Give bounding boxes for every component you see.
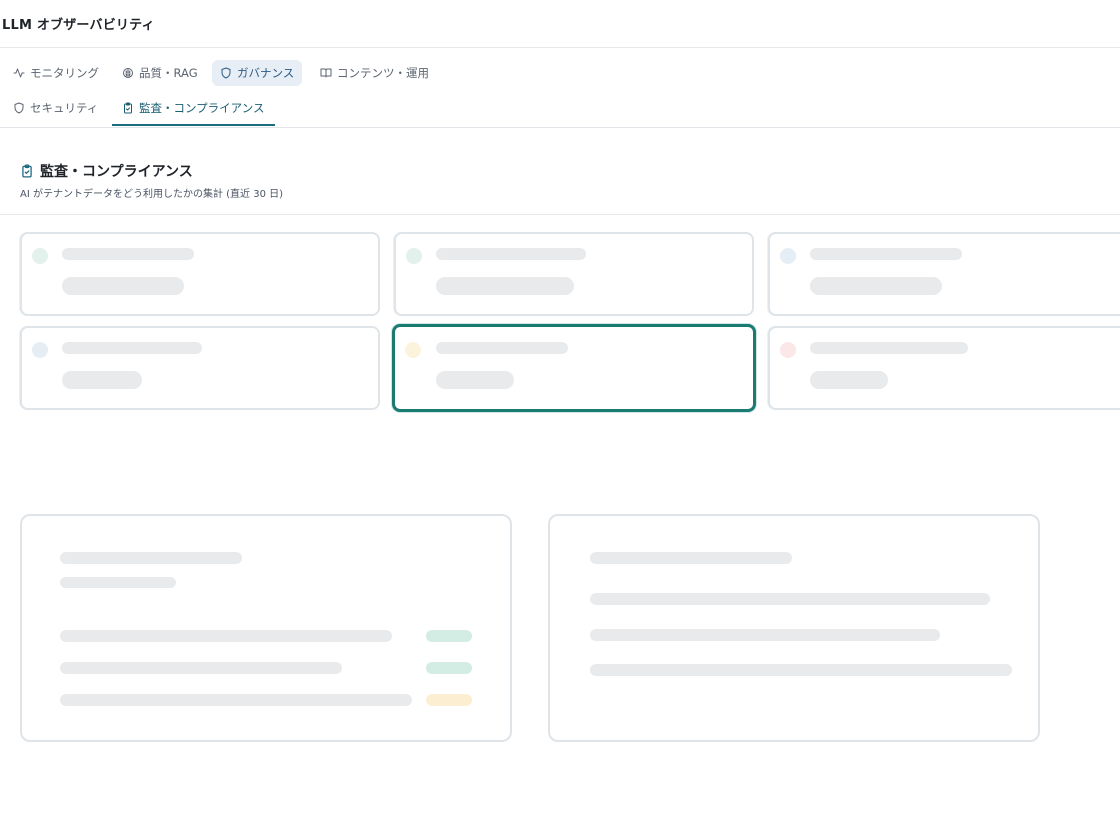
stat-card-skeleton [768,232,1120,316]
app-title: LLM オブザーバビリティ [2,18,155,33]
subtab-security[interactable]: セキュリティ [5,95,106,121]
stat-card-skeleton-focused[interactable] [392,324,756,412]
skeleton-row [60,630,392,642]
tab-quality-rag-label: 品質・RAG [139,66,198,80]
skeleton-line [810,248,962,260]
tab-monitoring[interactable]: モニタリング [5,60,107,86]
skeleton-line [436,342,568,354]
section-nav: モニタリング 品質・RAG ガバナンス コンテンツ・運用 セキュリティ 監査・コ… [0,48,1120,128]
skeleton-badge [426,694,472,706]
status-dot [32,342,48,358]
status-dot [406,248,422,264]
stat-card-skeleton [20,232,380,316]
tab-governance[interactable]: ガバナンス [212,60,303,86]
clipboard-check-icon [124,102,132,114]
skeleton-badge [426,630,472,642]
tab-content-ops[interactable]: コンテンツ・運用 [312,60,437,86]
skeleton-value [436,371,514,389]
skeleton-value [810,277,942,295]
skeleton-value [810,371,888,389]
subtab-audit-compliance[interactable]: 監査・コンプライアンス [114,95,272,121]
brain-icon [123,68,133,78]
stat-card-skeleton [20,326,380,410]
skeleton-value [62,277,184,295]
section-title: 監査・コンプライアンス [20,161,193,181]
status-dot [780,248,796,264]
skeleton-subtitle [60,577,176,588]
tab-governance-label: ガバナンス [237,66,295,80]
panel-skeleton-left [20,514,512,742]
tab-content-ops-label: コンテンツ・運用 [337,66,429,80]
skeleton-title [590,552,792,564]
shield-icon [14,102,24,114]
skeleton-row [60,662,342,674]
skeleton-line [62,342,202,354]
skeleton-line [436,248,586,260]
tab-monitoring-label: モニタリング [30,66,99,80]
status-dot [32,248,48,264]
section-title-text: 監査・コンプライアンス [40,164,193,180]
skeleton-row [590,664,1012,676]
app-header: LLM オブザーバビリティ [0,0,1120,48]
activity-icon [13,68,25,78]
subtab-audit-compliance-label: 監査・コンプライアンス [139,101,265,115]
skeleton-row [590,629,940,641]
section-subtitle: AI がテナントデータをどう利用したかの集計 (直近 30 日) [20,189,284,200]
skeleton-value [62,371,142,389]
skeleton-line [62,248,194,260]
skeleton-row [590,593,990,605]
shield-icon [221,67,231,79]
subtab-security-label: セキュリティ [30,101,99,115]
panel-skeleton-right [548,514,1040,742]
status-dot [405,342,421,358]
status-dot [780,342,796,358]
skeleton-value [436,277,574,295]
clipboard-check-icon [22,164,32,178]
stat-card-skeleton [394,232,754,316]
section-header: 監査・コンプライアンス AI がテナントデータをどう利用したかの集計 (直近 3… [0,128,1120,215]
active-subtab-indicator [112,124,275,126]
skeleton-title [60,552,242,564]
stat-card-skeleton [768,326,1120,410]
tab-quality-rag[interactable]: 品質・RAG [114,60,206,86]
skeleton-line [810,342,968,354]
skeleton-row [60,694,412,706]
skeleton-badge [426,662,472,674]
book-open-icon [320,68,332,78]
